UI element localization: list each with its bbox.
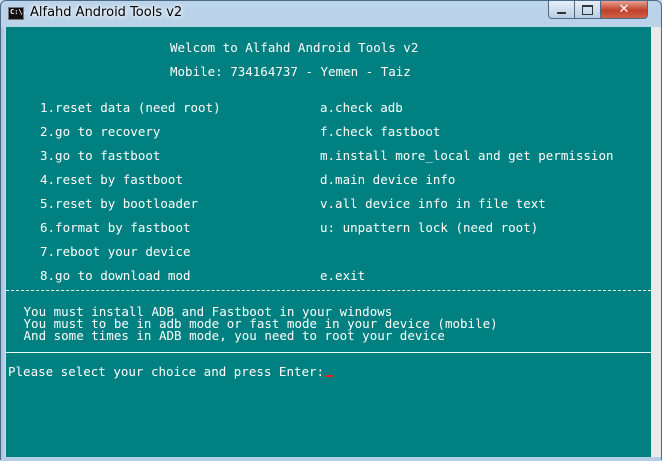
- menu-option: e.exit: [320, 268, 366, 283]
- welcome-line: Welcom to Alfahd Android Tools v2: [170, 40, 419, 55]
- menu-option: 8.go to download mod: [40, 268, 191, 283]
- console-output[interactable]: Welcom to Alfahd Android Tools v2 Mobile…: [6, 27, 651, 457]
- note-line-3: And some times in ADB mode, you need to …: [16, 328, 445, 343]
- menu-option: 2.go to recovery: [40, 124, 161, 139]
- menu-option: 3.go to fastboot: [40, 148, 161, 163]
- menu-option: 4.reset by fastboot: [40, 172, 183, 187]
- title-bar[interactable]: C:\. Alfahd Android Tools v2 ✕: [1, 1, 661, 27]
- mobile-line: Mobile: 734164737 - Yemen - Taiz: [170, 64, 411, 79]
- menu-option: 6.format by fastboot: [40, 220, 191, 235]
- menu-option: 1.reset data (need root): [40, 100, 221, 115]
- console-icon[interactable]: C:\.: [8, 7, 27, 20]
- minimize-button[interactable]: [548, 1, 575, 19]
- menu-option: f.check fastboot: [320, 124, 441, 139]
- window-frame-bottom: [1, 457, 661, 461]
- input-prompt[interactable]: Please select your choice and press Ente…: [8, 364, 334, 379]
- menu-option: 5.reset by bootloader: [40, 196, 199, 211]
- menu-option: a.check adb: [320, 100, 403, 115]
- text-cursor: [325, 375, 334, 377]
- minimize-icon: [557, 11, 566, 14]
- window-title: Alfahd Android Tools v2: [30, 5, 183, 20]
- maximize-icon: [582, 4, 593, 15]
- close-button[interactable]: ✕: [600, 1, 648, 19]
- menu-option: m.install more_local and get permission: [320, 148, 614, 163]
- menu-option: 7.reboot your device: [40, 244, 191, 259]
- menu-option: d.main device info: [320, 172, 456, 187]
- console-window: C:\. Alfahd Android Tools v2 ✕ Welcom to…: [0, 0, 662, 461]
- menu-option: u: unpattern lock (need root): [320, 220, 539, 235]
- prompt-text: Please select your choice and press Ente…: [8, 364, 325, 379]
- vertical-scrollbar[interactable]: [651, 27, 661, 457]
- maximize-button[interactable]: [574, 1, 601, 19]
- separator-solid: [6, 352, 651, 353]
- console-icon-text: C:\.: [10, 8, 27, 16]
- close-icon: ✕: [618, 2, 630, 17]
- separator-dashed: [6, 290, 651, 291]
- menu-option: v.all device info in file text: [320, 196, 546, 211]
